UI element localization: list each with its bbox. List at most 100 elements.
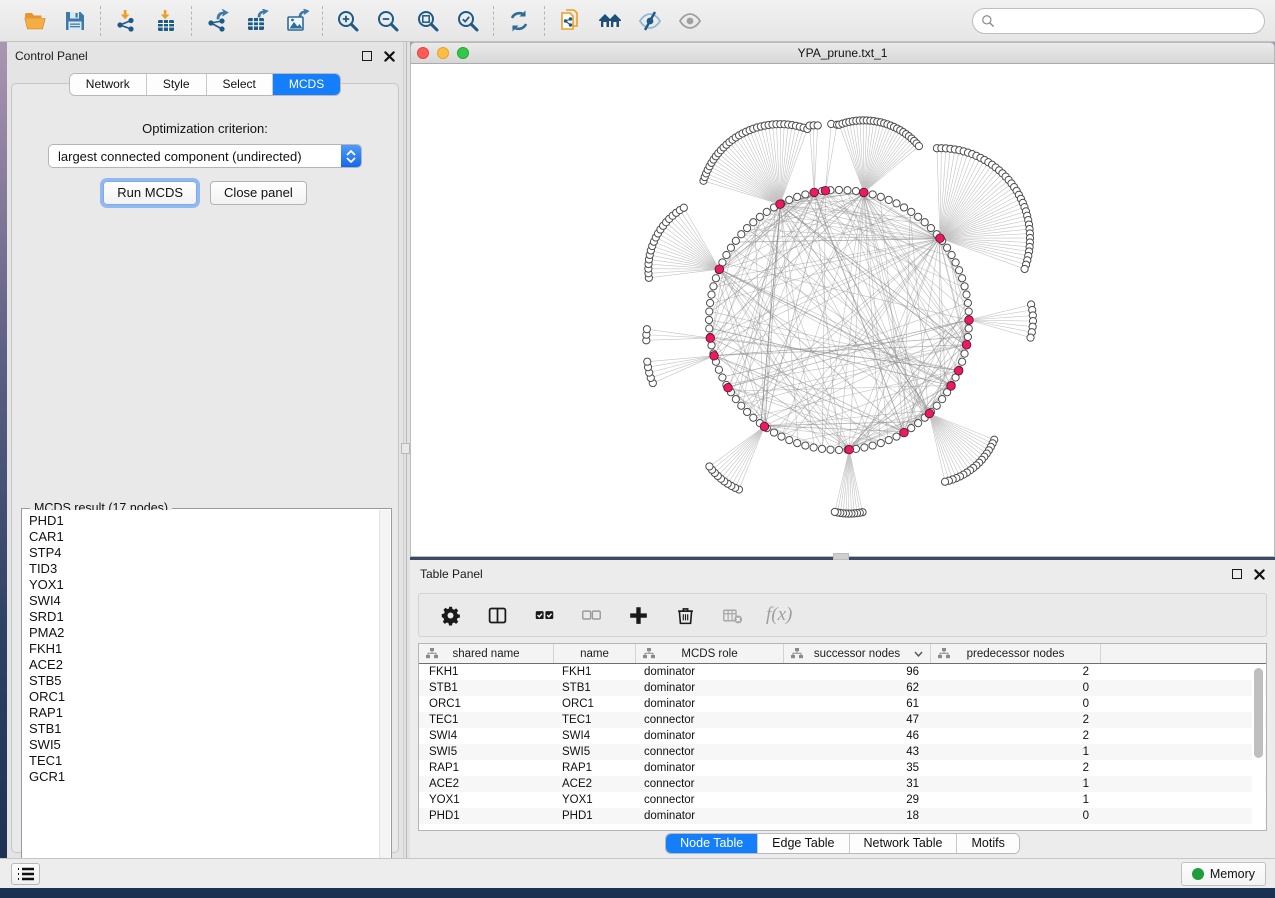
add-column-icon[interactable] [625,602,651,628]
result-gene[interactable]: FKH1 [29,641,379,657]
task-history-button[interactable] [11,863,40,885]
float-panel-icon[interactable] [362,51,372,61]
table-row[interactable]: ACE2ACE2connector311 [419,776,1266,792]
table-header-row: shared namenameMCDS rolesuccessor nodesp… [419,644,1266,664]
save-session-icon[interactable] [62,8,88,34]
table-panel-title: Table Panel [420,567,483,581]
control-panel-tabs: NetworkStyleSelectMCDS [7,73,403,96]
network-graph[interactable] [411,64,1272,555]
close-panel-icon[interactable] [384,51,395,62]
float-table-panel-icon[interactable] [1232,569,1242,579]
table-row[interactable]: SWI4SWI4dominator462 [419,728,1266,744]
import-table-icon[interactable] [153,8,179,34]
tab-node-table[interactable]: Node Table [666,834,758,853]
table-row[interactable]: TEC1TEC1connector472 [419,712,1266,728]
table-row[interactable]: ORC1ORC1dominator610 [419,696,1266,712]
result-gene[interactable]: CAR1 [29,529,379,545]
network-window-titlebar[interactable]: YPA_prune.txt_1 [410,42,1275,64]
mcds-result-list[interactable]: PHD1CAR1STP4TID3YOX1SWI4SRD1PMA2FKH1ACE2… [23,510,379,878]
horizontal-splitter-grip[interactable] [833,553,849,560]
export-image-icon[interactable] [284,8,310,34]
network-window-title: YPA_prune.txt_1 [411,46,1274,60]
result-gene[interactable]: GCR1 [29,769,379,785]
search-field[interactable] [972,8,1265,34]
zoom-in-icon[interactable] [335,8,361,34]
select-all-icon[interactable] [531,602,557,628]
table-row[interactable]: STB1STB1dominator620 [419,680,1266,696]
tab-network[interactable]: Network [70,74,147,95]
network-canvas[interactable] [410,64,1275,557]
search-icon [981,14,995,28]
table-settings-gear-icon[interactable] [437,602,463,628]
table-row[interactable]: SWI5SWI5connector431 [419,744,1266,760]
run-mcds-button[interactable]: Run MCDS [103,181,197,205]
result-gene[interactable]: ACE2 [29,657,379,673]
status-bar: Memory [0,858,1275,888]
table-row[interactable]: YOX1YOX1connector291 [419,792,1266,808]
column-header-predecessor-nodes[interactable]: predecessor nodes [931,644,1101,663]
result-gene[interactable]: STP4 [29,545,379,561]
result-gene[interactable]: SRD1 [29,609,379,625]
optimization-criterion-label: Optimization criterion: [12,121,398,136]
export-table-icon[interactable] [244,8,270,34]
result-gene[interactable]: RAP1 [29,705,379,721]
table-scrollbar[interactable] [1252,666,1265,829]
criterion-select[interactable]: largest connected component (undirected) [48,144,362,168]
control-panel-title: Control Panel [15,49,88,63]
open-file-icon[interactable] [22,8,48,34]
search-input[interactable] [1001,14,1256,28]
result-gene[interactable]: SWI5 [29,737,379,753]
result-gene[interactable]: TID3 [29,561,379,577]
table-row[interactable]: RAP1RAP1dominator352 [419,760,1266,776]
table-row[interactable]: PHD1PHD1dominator180 [419,808,1266,824]
zoom-fit-icon[interactable] [415,8,441,34]
show-all-icon [677,8,703,34]
result-gene[interactable]: PMA2 [29,625,379,641]
select-stepper-icon [341,145,361,167]
tab-network-table[interactable]: Network Table [850,834,958,853]
export-network-icon[interactable] [204,8,230,34]
column-header-successor-nodes[interactable]: successor nodes [784,644,931,663]
tab-edge-table[interactable]: Edge Table [758,834,849,853]
tab-style[interactable]: Style [147,74,207,95]
table-panel: Table Panel f(x) shared namenameM [410,560,1275,858]
column-header-shared-name[interactable]: shared name [419,644,554,663]
result-gene[interactable]: PHD1 [29,513,379,529]
table-row[interactable]: FKH1FKH1dominator962 [419,664,1266,680]
column-header-MCDS-role[interactable]: MCDS role [636,644,784,663]
show-columns-icon[interactable] [484,602,510,628]
result-gene[interactable]: SWI4 [29,593,379,609]
tab-mcds[interactable]: MCDS [273,74,340,95]
mcds-tab-content: Optimization criterion: largest connecte… [11,83,399,853]
table-toolbar: f(x) [418,593,1267,637]
import-network-icon[interactable] [113,8,139,34]
zoom-out-icon[interactable] [375,8,401,34]
close-table-panel-icon[interactable] [1254,569,1265,580]
table-panel-tabs: Node TableEdge TableNetwork TableMotifs [410,833,1275,854]
node-table[interactable]: shared namenameMCDS rolesuccessor nodesp… [418,643,1267,831]
splitter-grip[interactable] [401,443,410,454]
mcds-result-group: MCDS result (17 nodes) PHD1CAR1STP4TID3Y… [21,508,392,880]
column-header-name[interactable]: name [554,644,636,663]
memory-button[interactable]: Memory [1181,862,1266,886]
deselect-all-icon[interactable] [578,602,604,628]
delete-column-icon[interactable] [672,602,698,628]
result-gene[interactable]: STB1 [29,721,379,737]
result-gene[interactable]: STB5 [29,673,379,689]
result-list-scrollbar[interactable] [379,510,390,878]
tab-motifs[interactable]: Motifs [957,834,1018,853]
result-gene[interactable]: ORC1 [29,689,379,705]
refresh-icon[interactable] [506,8,532,34]
result-gene[interactable]: YOX1 [29,577,379,593]
delete-table-icon [719,602,745,628]
result-gene[interactable]: TEC1 [29,753,379,769]
zoom-selected-icon[interactable] [455,8,481,34]
function-builder-icon: f(x) [766,604,792,626]
tab-select[interactable]: Select [207,74,273,95]
network-view-window: YPA_prune.txt_1 [410,42,1275,558]
hide-selected-icon[interactable] [637,8,663,34]
clone-network-icon[interactable] [557,8,583,34]
houses-icon[interactable] [597,8,623,34]
close-panel-button[interactable]: Close panel [210,181,307,205]
memory-label: Memory [1210,867,1255,881]
